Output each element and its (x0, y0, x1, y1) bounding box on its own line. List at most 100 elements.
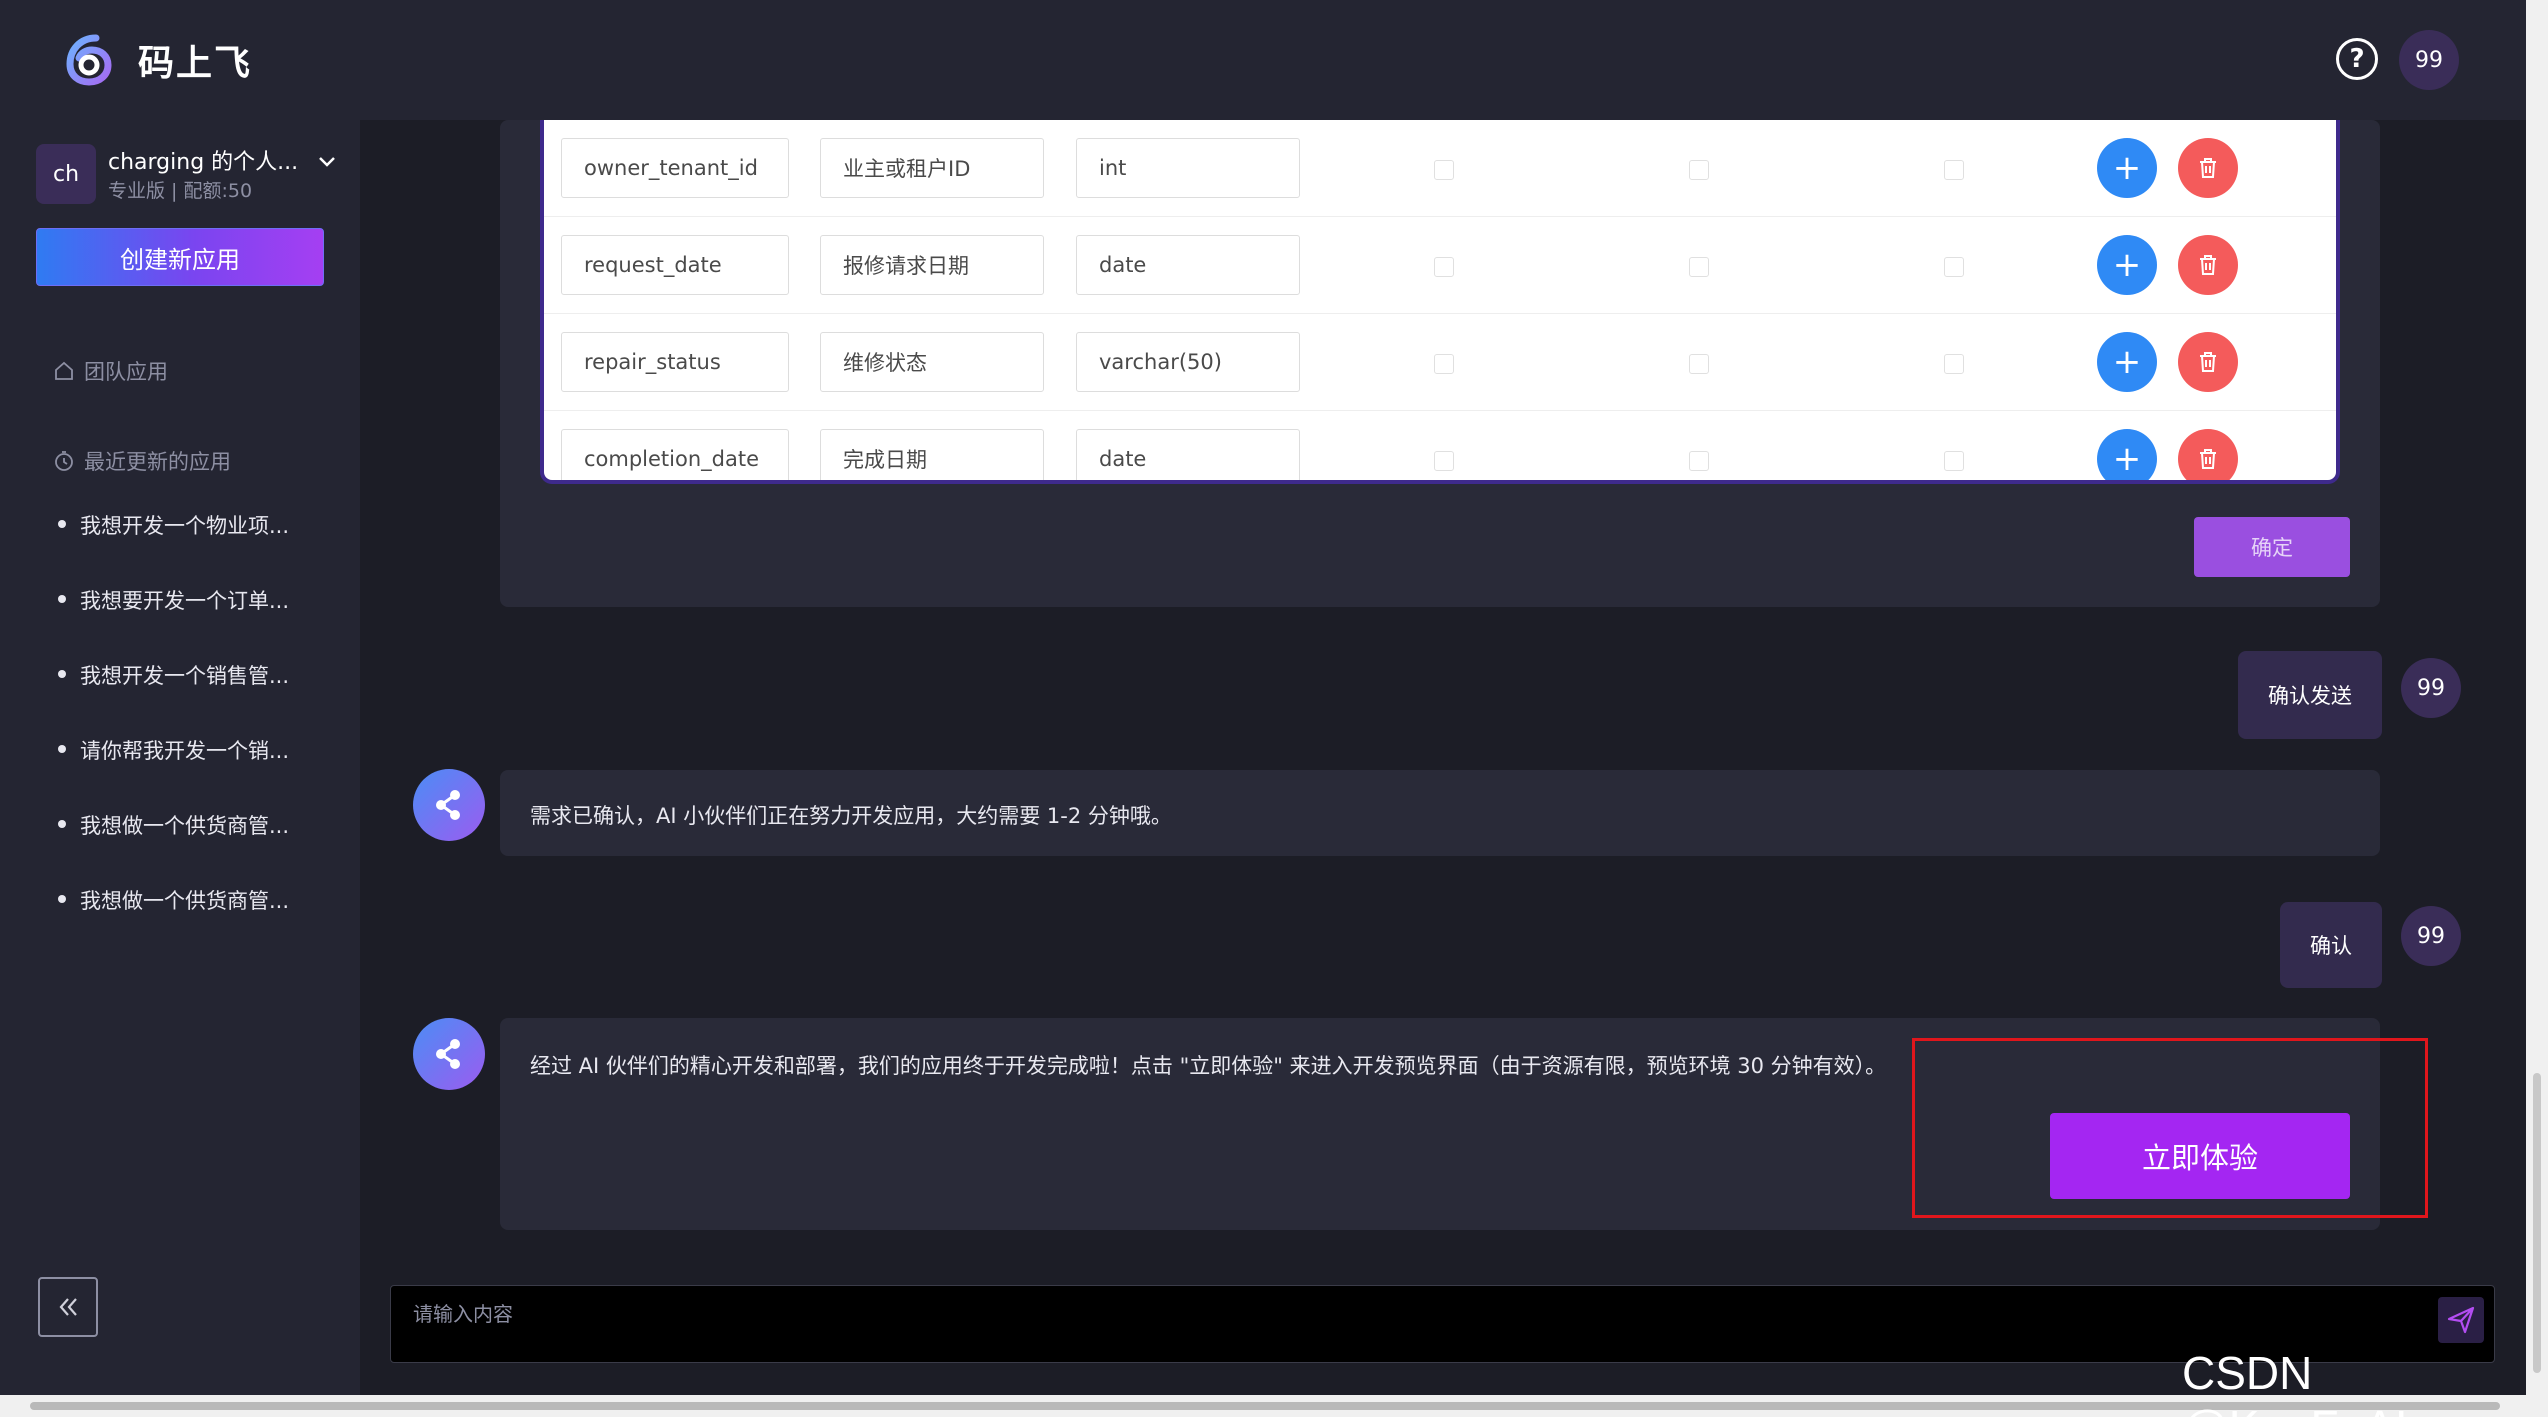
checkbox[interactable] (1944, 160, 1964, 180)
field-type-input[interactable]: date (1076, 235, 1300, 295)
sidebar: ch charging 的个人... 专业版 | 配额:50 创建新应用 团队应… (0, 120, 360, 1395)
trash-icon (2200, 449, 2216, 469)
double-chevron-left-icon (59, 1298, 77, 1316)
field-comment-input[interactable]: 业主或租户ID (820, 138, 1044, 198)
table-row: request_date 报修请求日期 date + (544, 217, 2336, 314)
watermark: CSDN @KuaFuAI (2182, 1347, 2408, 1417)
recent-app-item[interactable]: 我想做一个供货商管... (58, 810, 289, 885)
bullet-icon (58, 895, 66, 903)
checkbox[interactable] (1944, 451, 1964, 471)
bullet-icon (58, 745, 66, 753)
trash-icon (2200, 255, 2216, 275)
clock-icon (55, 451, 73, 471)
checkbox[interactable] (1689, 451, 1709, 471)
ai-message: 需求已确认，AI 小伙伴们正在努力开发应用，大约需要 1-2 分钟哦。 (500, 770, 2380, 856)
brand-name: 码上飞 (138, 43, 253, 84)
add-row-button[interactable]: + (2097, 429, 2157, 480)
field-comment-input[interactable]: 维修状态 (820, 332, 1044, 392)
recent-apps-list: 我想开发一个物业项... 我想要开发一个订单... 我想开发一个销售管... 请… (58, 510, 289, 960)
app-logo[interactable] (62, 32, 116, 86)
recent-app-label: 我想开发一个销售管... (80, 664, 290, 688)
delete-row-button[interactable] (2178, 138, 2238, 198)
field-type-input[interactable]: varchar(50) (1076, 332, 1300, 392)
nav-recent-apps-label: 最近更新的应用 (84, 450, 231, 474)
confirm-fields-button[interactable]: 确定 (2194, 517, 2350, 577)
checkbox[interactable] (1944, 257, 1964, 277)
delete-row-button[interactable] (2178, 429, 2238, 480)
recent-app-label: 我想做一个供货商管... (80, 889, 290, 913)
send-icon (2447, 1306, 2475, 1334)
nav-recent-apps[interactable]: 最近更新的应用 (52, 446, 231, 476)
field-type-input[interactable]: date (1076, 429, 1300, 480)
recent-app-item[interactable]: 我想开发一个销售管... (58, 660, 289, 735)
nav-team-apps[interactable]: 团队应用 (52, 356, 168, 386)
top-header: 码上飞 ? 99 (0, 0, 2526, 120)
checkbox[interactable] (1434, 451, 1454, 471)
create-app-button[interactable]: 创建新应用 (36, 228, 324, 286)
vertical-scrollbar[interactable] (2526, 0, 2548, 1395)
checkbox[interactable] (1434, 257, 1454, 277)
trash-icon (2200, 352, 2216, 372)
delete-row-button[interactable] (2178, 332, 2238, 392)
share-node-icon (436, 790, 460, 820)
nav-team-apps-label: 团队应用 (84, 360, 168, 384)
ai-message-text: 需求已确认，AI 小伙伴们正在努力开发应用，大约需要 1-2 分钟哦。 (530, 804, 1172, 828)
field-name-input[interactable]: completion_date (561, 429, 789, 480)
bullet-icon (58, 670, 66, 678)
share-node-icon (436, 1039, 460, 1069)
add-row-button[interactable]: + (2097, 138, 2157, 198)
checkbox[interactable] (1689, 160, 1709, 180)
field-comment-input[interactable]: 完成日期 (820, 429, 1044, 480)
delete-row-button[interactable] (2178, 235, 2238, 295)
ai-message-text: 经过 AI 伙伴们的精心开发和部署，我们的应用终于开发完成啦！点击 "立即体验"… (530, 1054, 1887, 1078)
horizontal-scroll-thumb[interactable] (30, 1402, 2500, 1410)
trash-icon (2200, 158, 2216, 178)
workspace-avatar[interactable]: ch (36, 144, 96, 204)
recent-app-label: 我想做一个供货商管... (80, 814, 290, 838)
field-name-input[interactable]: repair_status (561, 332, 789, 392)
field-name-input[interactable]: request_date (561, 235, 789, 295)
recent-app-item[interactable]: 我想做一个供货商管... (58, 885, 289, 960)
checkbox[interactable] (1944, 354, 1964, 374)
table-row: completion_date 完成日期 date + (544, 411, 2336, 480)
user-message: 确认发送 (2238, 651, 2382, 739)
workspace-name[interactable]: charging 的个人... (108, 144, 298, 176)
checkbox[interactable] (1689, 257, 1709, 277)
table-row: owner_tenant_id 业主或租户ID int + (544, 120, 2336, 217)
field-comment-input[interactable]: 报修请求日期 (820, 235, 1044, 295)
recent-app-label: 请你帮我开发一个销... (80, 739, 290, 763)
bullet-icon (58, 520, 66, 528)
user-avatar[interactable]: 99 (2399, 30, 2459, 90)
add-row-button[interactable]: + (2097, 235, 2157, 295)
add-row-button[interactable]: + (2097, 332, 2157, 392)
message-input[interactable] (391, 1286, 2494, 1362)
question-circle-icon[interactable]: ? (2336, 38, 2378, 80)
highlight-box (1912, 1038, 2428, 1218)
ai-avatar (413, 1018, 485, 1090)
user-chat-avatar[interactable]: 99 (2401, 658, 2461, 718)
fields-table: owner_tenant_id 业主或租户ID int + request_da… (540, 120, 2340, 484)
recent-app-label: 我想开发一个物业项... (80, 514, 290, 538)
table-row: repair_status 维修状态 varchar(50) + (544, 314, 2336, 411)
checkbox[interactable] (1434, 160, 1454, 180)
recent-app-item[interactable]: 我想开发一个物业项... (58, 510, 289, 585)
recent-app-label: 我想要开发一个订单... (80, 589, 290, 613)
field-name-input[interactable]: owner_tenant_id (561, 138, 789, 198)
checkbox[interactable] (1434, 354, 1454, 374)
send-button[interactable] (2438, 1297, 2484, 1343)
recent-app-item[interactable]: 我想要开发一个订单... (58, 585, 289, 660)
home-icon (55, 361, 73, 380)
vertical-scroll-thumb[interactable] (2533, 1073, 2541, 1373)
checkbox[interactable] (1689, 354, 1709, 374)
user-chat-avatar[interactable]: 99 (2401, 906, 2461, 966)
user-message: 确认 (2280, 902, 2382, 988)
field-type-input[interactable]: int (1076, 138, 1300, 198)
plan-quota: 专业版 | 配额:50 (108, 180, 253, 202)
message-input-box (390, 1285, 2495, 1363)
bullet-icon (58, 595, 66, 603)
collapse-sidebar-button[interactable] (38, 1277, 98, 1337)
horizontal-scrollbar[interactable] (0, 1395, 2548, 1417)
chevron-down-icon[interactable] (316, 150, 338, 172)
recent-app-item[interactable]: 请你帮我开发一个销... (58, 735, 289, 810)
bullet-icon (58, 820, 66, 828)
